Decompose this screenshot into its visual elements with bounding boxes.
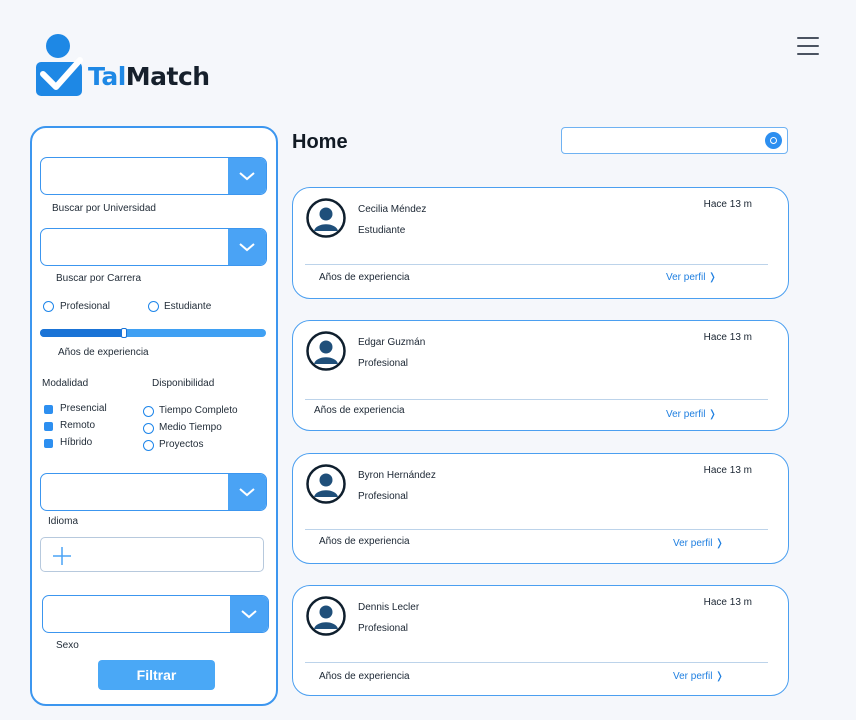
language-select[interactable] xyxy=(40,473,267,511)
checkbox-hibrido-label: Híbrido xyxy=(60,437,93,448)
checkbox-presencial-label: Presencial xyxy=(60,403,107,414)
checkbox-hibrido[interactable] xyxy=(44,439,53,448)
candidate-role: Profesional xyxy=(358,491,409,502)
avatar-icon xyxy=(306,596,346,636)
candidate-experience: Años de experiencia xyxy=(319,671,410,682)
candidate-posted-time: Hace 13 m xyxy=(703,332,752,343)
chevron-down-icon xyxy=(228,474,266,510)
chevron-down-icon xyxy=(228,229,266,265)
logo-person-check-icon xyxy=(36,34,83,96)
radio-estudiante-label: Estudiante xyxy=(164,301,212,312)
checkbox-presencial[interactable] xyxy=(44,405,53,414)
career-select[interactable] xyxy=(40,228,267,266)
candidate-name: Edgar Guzmán xyxy=(358,337,426,348)
view-profile-link[interactable]: Ver perfil ❭ xyxy=(673,538,724,549)
filter-button[interactable]: Filtrar xyxy=(98,660,215,690)
radio-proyectos-label: Proyectos xyxy=(159,439,204,450)
candidate-name: Byron Hernández xyxy=(358,470,436,481)
chevron-down-icon xyxy=(228,158,266,194)
card-divider xyxy=(305,662,768,663)
radio-profesional[interactable] xyxy=(43,301,54,312)
avatar-icon xyxy=(306,464,346,504)
gender-label: Sexo xyxy=(56,640,79,651)
candidate-name: Dennis Lecler xyxy=(358,602,420,613)
avatar-icon xyxy=(306,331,346,371)
experience-slider[interactable] xyxy=(40,328,266,338)
add-language-button[interactable] xyxy=(40,537,264,572)
candidate-card: Cecilia Méndez Estudiante Hace 13 m Años… xyxy=(292,187,789,299)
gender-select[interactable] xyxy=(42,595,269,633)
candidate-experience: Años de experiencia xyxy=(319,536,410,547)
candidate-role: Estudiante xyxy=(358,225,406,236)
search-icon[interactable] xyxy=(765,132,782,149)
card-divider xyxy=(305,399,768,400)
candidate-name: Cecilia Méndez xyxy=(358,204,427,215)
radio-tiempo-completo-label: Tiempo Completo xyxy=(159,405,238,416)
card-divider xyxy=(305,264,768,265)
hamburger-icon[interactable] xyxy=(797,37,819,55)
candidate-card: Byron Hernández Profesional Hace 13 m Añ… xyxy=(292,453,789,564)
candidate-posted-time: Hace 13 m xyxy=(703,199,752,210)
radio-profesional-label: Profesional xyxy=(60,301,111,312)
card-divider xyxy=(305,529,768,530)
candidate-card: Edgar Guzmán Profesional Hace 13 m Años … xyxy=(292,320,789,431)
radio-proyectos[interactable] xyxy=(143,440,154,451)
candidate-experience: Años de experiencia xyxy=(314,405,405,416)
candidate-role: Profesional xyxy=(358,358,409,369)
search-input[interactable] xyxy=(568,131,758,149)
experience-slider-fill xyxy=(40,329,124,337)
brand-name: TalMatch xyxy=(88,62,210,91)
plus-icon xyxy=(53,547,71,565)
university-label: Buscar por Universidad xyxy=(52,203,156,214)
radio-medio-tiempo[interactable] xyxy=(143,423,154,434)
search-bar[interactable] xyxy=(561,127,788,154)
experience-label: Años de experiencia xyxy=(58,347,149,358)
availability-title: Disponibilidad xyxy=(152,378,215,389)
chevron-down-icon xyxy=(230,596,268,632)
candidate-experience: Años de experiencia xyxy=(319,272,410,283)
candidate-posted-time: Hace 13 m xyxy=(703,465,752,476)
candidate-card: Dennis Lecler Profesional Hace 13 m Años… xyxy=(292,585,789,696)
candidate-role: Profesional xyxy=(358,623,409,634)
radio-medio-tiempo-label: Medio Tiempo xyxy=(159,422,222,433)
view-profile-link[interactable]: Ver perfil ❭ xyxy=(673,671,724,682)
view-profile-link[interactable]: Ver perfil ❭ xyxy=(666,272,717,283)
modality-title: Modalidad xyxy=(42,378,89,389)
view-profile-link[interactable]: Ver perfil ❭ xyxy=(666,409,717,420)
talmatch-logo[interactable]: TalMatch xyxy=(36,34,226,98)
radio-estudiante[interactable] xyxy=(148,301,159,312)
app-frame: TalMatch Buscar por Universidad Buscar p… xyxy=(0,0,856,720)
checkbox-remoto[interactable] xyxy=(44,422,53,431)
radio-tiempo-completo[interactable] xyxy=(143,406,154,417)
candidate-posted-time: Hace 13 m xyxy=(703,597,752,608)
career-label: Buscar por Carrera xyxy=(56,273,142,284)
university-select[interactable] xyxy=(40,157,267,195)
avatar-icon xyxy=(306,198,346,238)
language-label: Idioma xyxy=(48,516,79,527)
page-title: Home xyxy=(292,131,348,153)
checkbox-remoto-label: Remoto xyxy=(60,420,96,431)
experience-slider-handle[interactable] xyxy=(121,328,127,338)
